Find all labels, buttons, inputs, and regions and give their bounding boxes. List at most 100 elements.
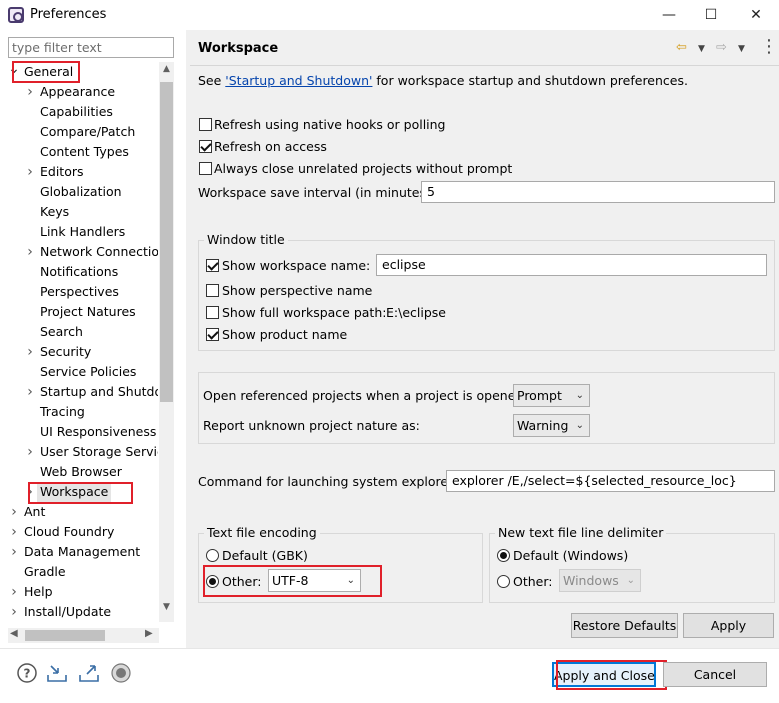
tree-item-label: General	[24, 64, 74, 79]
view-menu-icon[interactable]: ⋮	[760, 36, 778, 57]
workspace-name-field[interactable]: eclipse	[376, 254, 767, 276]
refresh-on-access-checkbox[interactable]	[199, 140, 212, 153]
collapsed-chevron-icon[interactable]: ›	[24, 242, 36, 262]
forward-arrow-icon[interactable]: ⇨	[716, 40, 727, 55]
show-product-name-checkbox[interactable]	[206, 328, 219, 341]
delimiter-other-select[interactable]: Windows ⌄	[559, 569, 641, 592]
tree-item-label: Startup and Shutdo	[40, 384, 158, 399]
collapsed-chevron-icon[interactable]: ›	[8, 542, 20, 562]
unknown-nature-select[interactable]: Warning ⌄	[513, 414, 590, 437]
tree-item-label: Data Management	[24, 544, 141, 559]
chevron-down-icon: ⌄	[346, 575, 355, 586]
refresh-on-access-label: Refresh on access	[214, 139, 327, 154]
tree-item-label: Service Policies	[40, 364, 137, 379]
delimiter-other-label: Other:	[513, 574, 553, 589]
close-button[interactable]: ✕	[745, 4, 767, 26]
show-workspace-name-checkbox[interactable]	[206, 259, 219, 272]
tree-item-label: Help	[24, 584, 53, 599]
open-referenced-value: Prompt	[517, 388, 562, 403]
delimiter-other-value: Windows	[563, 573, 619, 588]
collapsed-chevron-icon[interactable]: ›	[8, 502, 20, 522]
startup-shutdown-hint: See 'Startup and Shutdown' for workspace…	[198, 73, 688, 88]
refresh-native-label: Refresh using native hooks or polling	[214, 117, 446, 132]
collapsed-chevron-icon[interactable]: ›	[24, 382, 36, 402]
tree-item-label: Project Natures	[40, 304, 136, 319]
svg-text:?: ?	[24, 667, 31, 681]
scroll-down-icon[interactable]: ▼	[159, 602, 174, 612]
import-icon[interactable]	[46, 662, 68, 684]
filter-input[interactable]	[8, 37, 174, 58]
record-icon[interactable]	[110, 662, 132, 684]
scroll-right-icon[interactable]: ▶	[145, 628, 153, 639]
help-icon[interactable]: ?	[16, 662, 38, 684]
tree-item-label: Web Browser	[40, 464, 122, 479]
horizontal-scroll-thumb[interactable]	[25, 630, 105, 641]
window-title-group-label: Window title	[204, 232, 288, 247]
save-interval-field[interactable]: 5	[421, 181, 775, 203]
hint-prefix: See	[198, 73, 226, 88]
project-options-group	[198, 372, 775, 444]
forward-menu-chevron-icon[interactable]: ▼	[738, 44, 745, 54]
tree-item-label: Notifications	[40, 264, 119, 279]
scroll-left-icon[interactable]: ◀	[10, 628, 18, 639]
tree-item-label: Cloud Foundry	[24, 524, 115, 539]
tree-item-label: UI Responsiveness	[40, 424, 157, 439]
collapsed-chevron-icon[interactable]: ›	[24, 162, 36, 182]
tree-item-label: User Storage Servic	[40, 444, 158, 459]
encoding-default-label: Default (GBK)	[222, 548, 308, 563]
encoding-other-radio[interactable]	[206, 575, 219, 588]
expanded-chevron-icon[interactable]: ⌄	[8, 62, 20, 79]
vertical-scroll-thumb[interactable]	[160, 82, 173, 402]
full-path-value: E:\eclipse	[386, 305, 446, 320]
refresh-native-checkbox[interactable]	[199, 118, 212, 131]
cancel-button[interactable]: Cancel	[663, 662, 767, 687]
page-title: Workspace	[198, 41, 279, 56]
collapsed-chevron-icon[interactable]: ›	[24, 82, 36, 102]
tree-item-label: Compare/Patch	[40, 124, 136, 139]
tree-item-label: Tracing	[40, 404, 85, 419]
open-referenced-label: Open referenced projects when a project …	[203, 388, 528, 403]
encoding-other-select[interactable]: UTF-8 ⌄	[268, 569, 361, 592]
tree-item-label: Editors	[40, 164, 84, 179]
maximize-button[interactable]: ☐	[700, 4, 722, 26]
save-interval-label: Workspace save interval (in minutes):	[198, 185, 436, 200]
back-arrow-icon[interactable]: ⇦	[676, 40, 687, 55]
tree-item-label: Gradle	[24, 564, 66, 579]
collapsed-chevron-icon[interactable]: ›	[24, 442, 36, 462]
chevron-down-icon: ⌄	[575, 390, 584, 401]
tree-item-label: Install/Update	[24, 604, 112, 619]
collapsed-chevron-icon[interactable]: ›	[8, 522, 20, 542]
show-full-path-checkbox[interactable]	[206, 306, 219, 319]
encoding-default-radio[interactable]	[206, 549, 219, 562]
apply-and-close-button[interactable]: Apply and Close	[552, 662, 656, 687]
collapsed-chevron-icon[interactable]: ›	[8, 582, 20, 602]
encoding-other-label: Other:	[222, 574, 262, 589]
show-perspective-checkbox[interactable]	[206, 284, 219, 297]
collapsed-chevron-icon[interactable]: ›	[8, 602, 20, 620]
unknown-nature-value: Warning	[517, 418, 569, 433]
tree-item-label: Perspectives	[40, 284, 119, 299]
delimiter-other-radio[interactable]	[497, 575, 510, 588]
back-menu-chevron-icon[interactable]: ▼	[698, 44, 705, 54]
line-delimiter-group	[489, 533, 775, 603]
show-product-name-label: Show product name	[222, 327, 348, 342]
text-encoding-group-label: Text file encoding	[204, 525, 320, 540]
startup-shutdown-link[interactable]: 'Startup and Shutdown'	[225, 73, 372, 88]
scroll-up-icon[interactable]: ▲	[159, 64, 174, 74]
delimiter-default-radio[interactable]	[497, 549, 510, 562]
export-icon[interactable]	[78, 662, 100, 684]
explorer-command-field[interactable]: explorer /E,/select=${selected_resource_…	[446, 470, 775, 492]
chevron-down-icon: ⌄	[575, 420, 584, 431]
tree-item-label: Ant	[24, 504, 46, 519]
apply-button[interactable]: Apply	[683, 613, 774, 638]
close-unrelated-checkbox[interactable]	[199, 162, 212, 175]
show-perspective-label: Show perspective name	[222, 283, 373, 298]
collapsed-chevron-icon[interactable]: ›	[24, 482, 36, 502]
restore-defaults-button[interactable]: Restore Defaults	[571, 613, 678, 638]
header-divider	[190, 65, 779, 66]
minimize-button[interactable]: —	[658, 4, 680, 26]
collapsed-chevron-icon[interactable]: ›	[24, 342, 36, 362]
line-delimiter-group-label: New text file line delimiter	[495, 525, 667, 540]
open-referenced-select[interactable]: Prompt ⌄	[513, 384, 590, 407]
show-full-path-label: Show full workspace path:	[222, 305, 387, 320]
